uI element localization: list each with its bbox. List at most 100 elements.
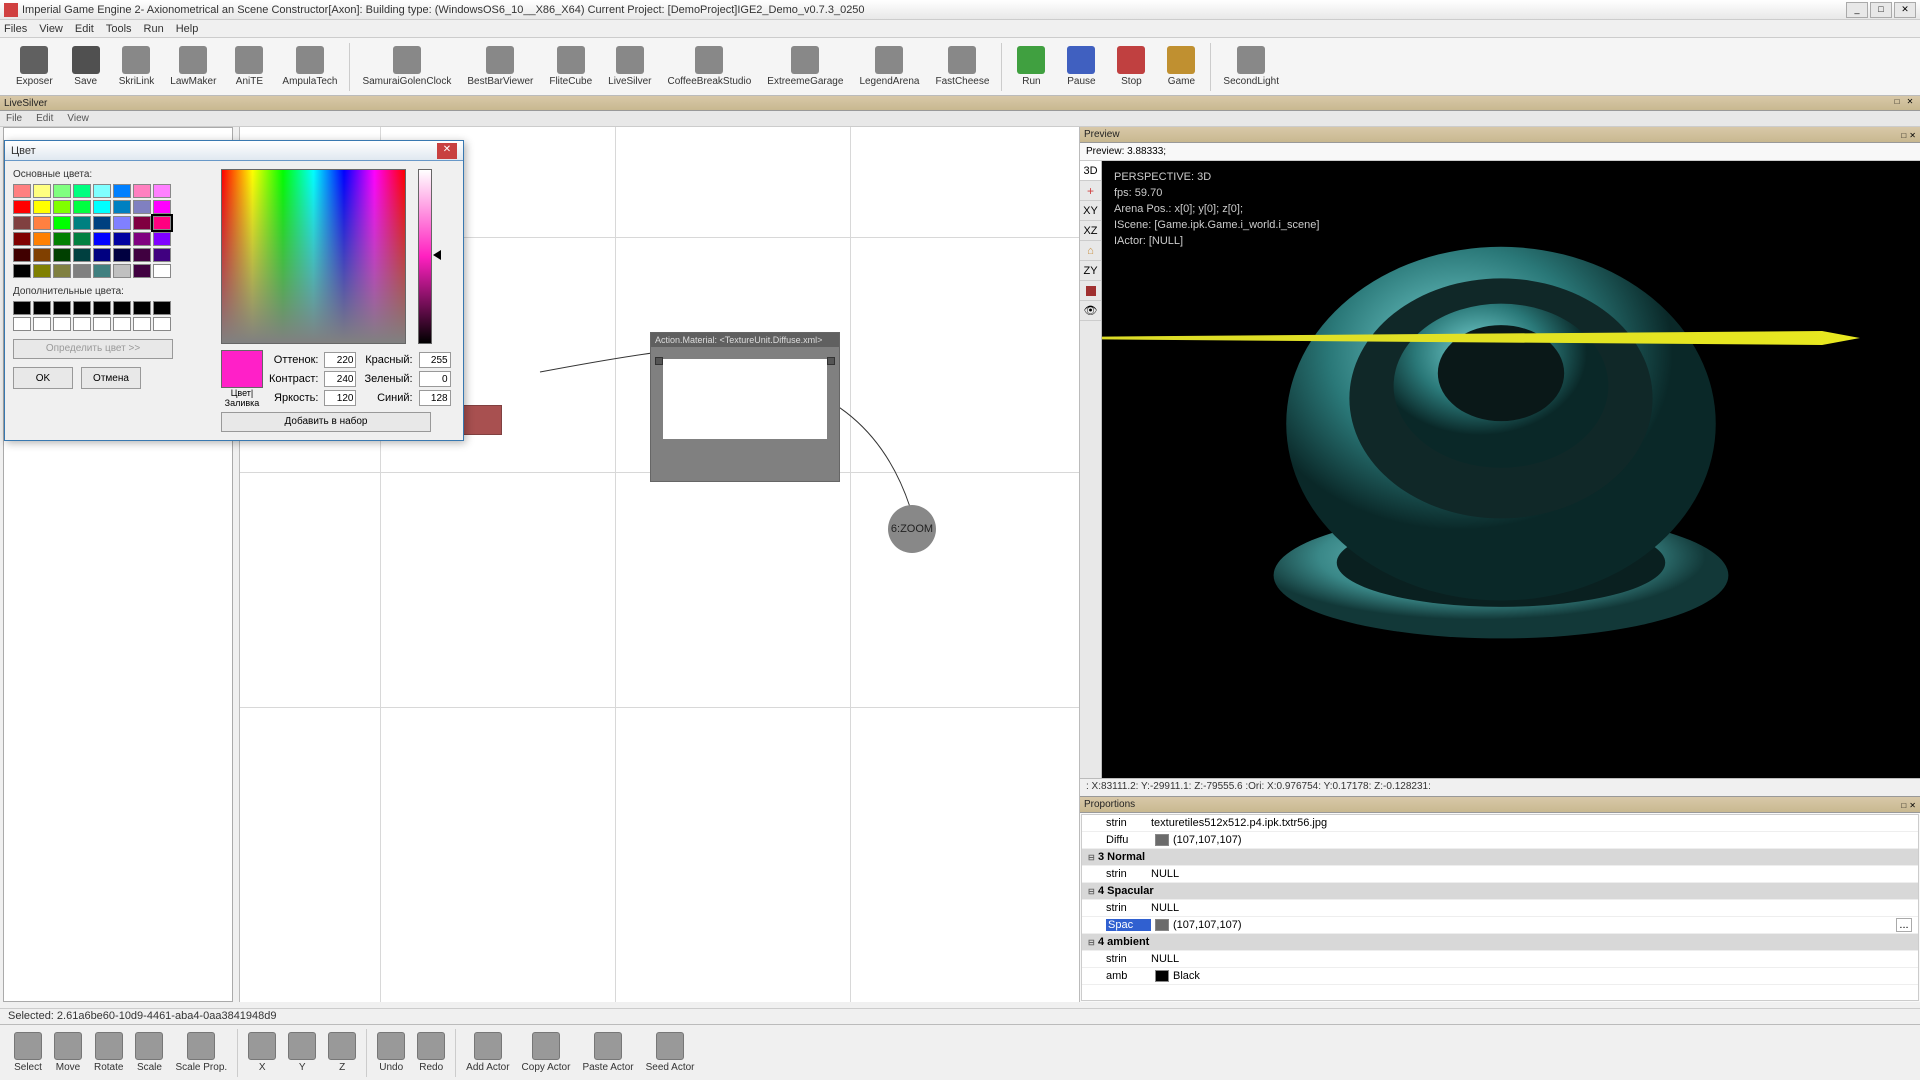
basic-swatch[interactable]: [73, 248, 91, 262]
btool-paste-actor[interactable]: Paste Actor: [576, 1027, 639, 1079]
basic-swatch[interactable]: [33, 248, 51, 262]
proportions-close-button[interactable]: ✕: [1909, 801, 1916, 810]
custom-swatch[interactable]: [113, 317, 131, 331]
red-input[interactable]: [419, 352, 451, 368]
property-row[interactable]: Diffu(107,107,107): [1082, 832, 1918, 849]
view-tab-color[interactable]: [1080, 281, 1101, 301]
basic-swatch[interactable]: [133, 232, 151, 246]
basic-swatch[interactable]: [53, 232, 71, 246]
tool-legendarena[interactable]: LegendArena: [851, 40, 927, 94]
basic-swatch[interactable]: [93, 184, 111, 198]
basic-swatch[interactable]: [133, 248, 151, 262]
basic-swatch[interactable]: [33, 184, 51, 198]
custom-swatch[interactable]: [113, 301, 131, 315]
green-input[interactable]: [419, 371, 451, 387]
color-cancel-button[interactable]: Отмена: [81, 367, 141, 389]
basic-swatch[interactable]: [13, 264, 31, 278]
tool-fastcheese[interactable]: FastCheese: [928, 40, 998, 94]
view-tab-home[interactable]: ⌂: [1080, 241, 1101, 261]
custom-swatch[interactable]: [93, 317, 111, 331]
basic-swatch[interactable]: [93, 264, 111, 278]
tool-stop[interactable]: Stop: [1106, 40, 1156, 94]
btool-z[interactable]: Z: [322, 1027, 362, 1079]
basic-swatch[interactable]: [73, 200, 91, 214]
menu-run[interactable]: Run: [144, 23, 164, 35]
tool-ampulatech[interactable]: AmpulaTech: [274, 40, 345, 94]
property-row[interactable]: ⊟4 ambient: [1082, 934, 1918, 951]
define-color-button[interactable]: Определить цвет >>: [13, 339, 173, 359]
close-button[interactable]: ✕: [1894, 2, 1916, 18]
basic-swatch[interactable]: [33, 232, 51, 246]
basic-swatch[interactable]: [33, 216, 51, 230]
btool-y[interactable]: Y: [282, 1027, 322, 1079]
basic-swatch[interactable]: [13, 216, 31, 230]
btool-rotate[interactable]: Rotate: [88, 1027, 129, 1079]
btool-move[interactable]: Move: [48, 1027, 88, 1079]
view-tab-zy[interactable]: ZY: [1080, 261, 1101, 281]
tool-secondlight[interactable]: SecondLight: [1215, 40, 1287, 94]
material-node[interactable]: Action.Material: <TextureUnit.Diffuse.xm…: [650, 332, 840, 482]
tool-flitecube[interactable]: FliteCube: [541, 40, 600, 94]
basic-swatch[interactable]: [133, 200, 151, 214]
custom-swatch[interactable]: [153, 317, 171, 331]
tool-bestbarviewer[interactable]: BestBarViewer: [459, 40, 541, 94]
tool-skrilink[interactable]: SkriLink: [111, 40, 163, 94]
basic-swatch[interactable]: [113, 216, 131, 230]
custom-swatch[interactable]: [73, 301, 91, 315]
btool-scale[interactable]: Scale: [129, 1027, 169, 1079]
custom-swatch[interactable]: [133, 301, 151, 315]
tool-game[interactable]: Game: [1156, 40, 1206, 94]
node-output-port[interactable]: [827, 357, 835, 365]
property-row[interactable]: ⊟4 Spacular: [1082, 883, 1918, 900]
custom-swatch[interactable]: [73, 317, 91, 331]
basic-swatch[interactable]: [13, 200, 31, 214]
basic-swatch[interactable]: [113, 264, 131, 278]
basic-swatch[interactable]: [133, 264, 151, 278]
preview-maximize-button[interactable]: □: [1901, 131, 1906, 140]
property-row[interactable]: strinNULL: [1082, 866, 1918, 883]
btool-add-actor[interactable]: Add Actor: [460, 1027, 515, 1079]
basic-swatch[interactable]: [153, 184, 171, 198]
3d-viewport[interactable]: PERSPECTIVE: 3D fps: 59.70 Arena Pos.: x…: [1102, 161, 1920, 778]
tool-extreemegarage[interactable]: ExtreemeGarage: [759, 40, 851, 94]
maximize-button[interactable]: □: [1870, 2, 1892, 18]
basic-swatch[interactable]: [73, 216, 91, 230]
property-row[interactable]: strinNULL: [1082, 900, 1918, 917]
basic-swatch[interactable]: [33, 264, 51, 278]
basic-swatch[interactable]: [153, 248, 171, 262]
tool-anite[interactable]: AniTE: [224, 40, 274, 94]
basic-swatch[interactable]: [13, 184, 31, 198]
menu-view[interactable]: View: [39, 23, 63, 35]
basic-swatch[interactable]: [93, 232, 111, 246]
minimize-button[interactable]: _: [1846, 2, 1868, 18]
basic-swatch[interactable]: [53, 264, 71, 278]
btool-scale-prop-[interactable]: Scale Prop.: [169, 1027, 233, 1079]
basic-swatch[interactable]: [13, 232, 31, 246]
basic-swatch[interactable]: [13, 248, 31, 262]
view-tab-xz[interactable]: XZ: [1080, 221, 1101, 241]
view-tab-eye[interactable]: 👁: [1080, 301, 1101, 321]
view-tab-xy[interactable]: XY: [1080, 201, 1101, 221]
tool-lawmaker[interactable]: LawMaker: [162, 40, 224, 94]
tool-save[interactable]: Save: [61, 40, 111, 94]
tool-livesilver[interactable]: LiveSilver: [600, 40, 659, 94]
property-row[interactable]: ambBlack: [1082, 968, 1918, 985]
custom-swatch[interactable]: [93, 301, 111, 315]
sat-input[interactable]: [324, 371, 356, 387]
custom-swatch[interactable]: [33, 301, 51, 315]
custom-swatch[interactable]: [53, 301, 71, 315]
basic-swatch[interactable]: [53, 216, 71, 230]
tool-exposer[interactable]: Exposer: [8, 40, 61, 94]
basic-swatch[interactable]: [113, 200, 131, 214]
basic-swatch[interactable]: [153, 200, 171, 214]
basic-swatch[interactable]: [153, 264, 171, 278]
tool-pause[interactable]: Pause: [1056, 40, 1106, 94]
property-row[interactable]: Spac(107,107,107)...: [1082, 917, 1918, 934]
tool-coffeebreakstudio[interactable]: CoffeeBreakStudio: [660, 40, 760, 94]
custom-swatch[interactable]: [153, 301, 171, 315]
btool-x[interactable]: X: [242, 1027, 282, 1079]
menu-files[interactable]: Files: [4, 23, 27, 35]
basic-swatch[interactable]: [133, 184, 151, 198]
partially-hidden-node[interactable]: [462, 405, 502, 435]
sub-close-button[interactable]: ✕: [1904, 97, 1916, 109]
